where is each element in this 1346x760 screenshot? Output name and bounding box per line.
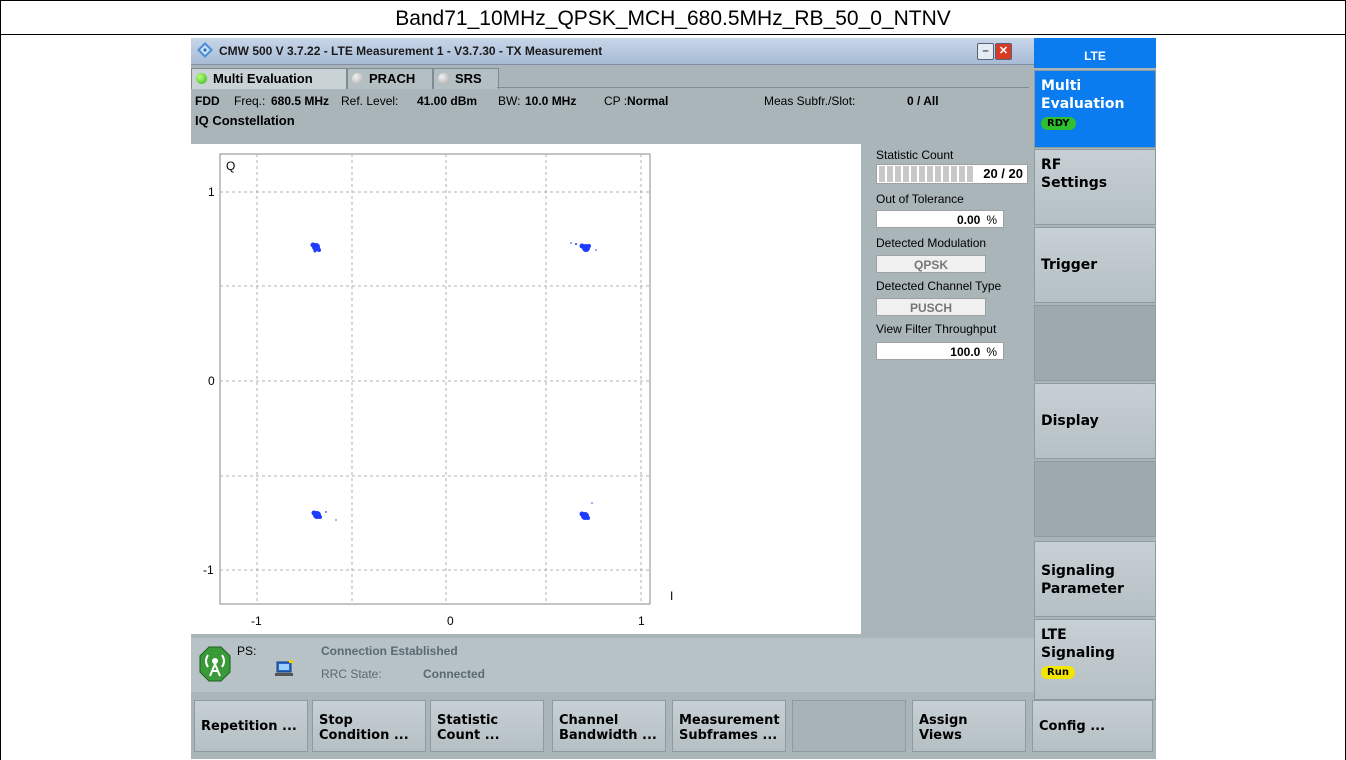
detected-modulation-label: Detected Modulation	[876, 236, 987, 250]
meas-subframe-label: Meas Subfr./Slot:	[764, 94, 856, 108]
progress-segment	[935, 166, 941, 182]
out-of-tolerance-field: 0.00%	[876, 210, 1004, 228]
device-icon	[275, 660, 293, 676]
lte-header: LTE	[1034, 38, 1156, 68]
cp-value: Normal	[627, 94, 669, 108]
statistic-count-button[interactable]: Statistic Count ...	[430, 700, 544, 752]
rrc-state-value: Connected	[423, 667, 486, 681]
rf-settings-button[interactable]: RF Settings	[1034, 149, 1156, 225]
y-tick-label: 0	[208, 374, 215, 388]
tab-divider	[497, 87, 1029, 88]
detected-channel-label: Detected Channel Type	[876, 279, 1002, 293]
detected-modulation-field: QPSK	[876, 255, 986, 273]
minimize-icon[interactable]: –	[977, 43, 994, 60]
app-window: CMW 500 V 3.7.22 - LTE Measurement 1 - V…	[191, 38, 1156, 759]
progress-segment	[967, 166, 973, 182]
connection-status: Connection Established	[321, 644, 458, 658]
channel-bandwidth-button[interactable]: Channel Bandwidth ...	[552, 700, 666, 752]
empty-softkey	[1034, 461, 1156, 537]
page-title: Band71_10MHz_QPSK_MCH_680.5MHz_RB_50_0_N…	[0, 0, 1346, 35]
button-label: LTE Signaling	[1041, 627, 1115, 661]
tab-label: SRS	[455, 71, 482, 86]
ref-level-value: 41.00 dBm	[417, 94, 478, 108]
plot-frame	[219, 153, 651, 605]
ps-label: PS:	[237, 644, 257, 658]
run-badge: Run	[1041, 666, 1075, 679]
bottom-softkeys: Repetition ... Stop Condition ... Statis…	[191, 700, 1156, 759]
progress-segment	[887, 166, 893, 182]
freq-label: Freq.:	[234, 94, 266, 108]
stop-condition-button[interactable]: Stop Condition ...	[312, 700, 426, 752]
info-row: FDD Freq.: 680.5 MHz Ref. Level: 41.00 d…	[195, 92, 1025, 110]
config-button[interactable]: Config ...	[1032, 700, 1153, 752]
trigger-button[interactable]: Trigger	[1034, 227, 1156, 303]
multi-evaluation-button[interactable]: Multi Evaluation RDY	[1034, 70, 1156, 148]
detected-channel-field: PUSCH	[876, 298, 986, 316]
percent-unit: %	[986, 345, 997, 359]
y-tick-label: -1	[203, 563, 214, 577]
y-tick-label: 1	[208, 185, 215, 199]
iq-constellation-plot: Q I 1 0 -1 -1 0 1	[191, 144, 861, 634]
ref-level-label: Ref. Level:	[341, 94, 399, 108]
assign-views-button[interactable]: Assign Views	[912, 700, 1026, 752]
rrc-state-label: RRC State:	[321, 667, 382, 681]
tab-label: Multi Evaluation	[213, 71, 313, 86]
statistic-count-value: 20 / 20	[983, 166, 1023, 181]
tab-label: PRACH	[369, 71, 416, 86]
tab-prach[interactable]: PRACH	[347, 68, 433, 89]
status-led-off-icon	[352, 73, 363, 84]
empty-softkey	[1034, 305, 1156, 381]
progress-segment	[919, 166, 925, 182]
x-tick-label: -1	[251, 614, 262, 628]
button-label: Multi Evaluation	[1041, 78, 1125, 112]
status-led-off-icon	[438, 73, 449, 84]
connection-status-bar: PS: Connection Established RRC State: Co…	[191, 638, 1034, 692]
right-softkey-panel: LTE Multi Evaluation RDY RF Settings Tri…	[1034, 38, 1156, 700]
window-title: CMW 500 V 3.7.22 - LTE Measurement 1 - V…	[219, 44, 603, 58]
cp-label: CP :	[604, 94, 628, 108]
progress-segment	[927, 166, 933, 182]
statistic-count-bar: 20 / 20	[876, 164, 1028, 184]
progress-segment	[911, 166, 917, 182]
out-of-tolerance-label: Out of Tolerance	[876, 192, 964, 206]
status-led-on-icon	[196, 73, 207, 84]
meas-subframe-value: 0 / All	[907, 94, 939, 108]
duplex-mode: FDD	[195, 94, 220, 108]
signaling-parameter-button[interactable]: Signaling Parameter	[1034, 541, 1156, 617]
display-button[interactable]: Display	[1034, 383, 1156, 459]
view-filter-value: 100.0	[950, 345, 981, 359]
progress-segment	[895, 166, 901, 182]
close-icon[interactable]: ✕	[995, 43, 1012, 60]
empty-softkey	[792, 700, 906, 752]
progress-segment	[903, 166, 909, 182]
progress-segment	[943, 166, 949, 182]
constellation-svg: Q I 1 0 -1 -1 0 1	[203, 153, 673, 628]
i-axis-label: I	[670, 589, 673, 603]
q-axis-label: Q	[226, 159, 235, 173]
out-of-tolerance-value: 0.00	[956, 213, 981, 227]
x-tick-label: 1	[638, 614, 645, 628]
lte-signaling-button[interactable]: LTE Signaling Run	[1034, 619, 1156, 700]
measurement-tabs: Multi Evaluation PRACH SRS	[191, 68, 1034, 89]
tab-srs[interactable]: SRS	[433, 68, 499, 89]
progress-segment	[879, 166, 885, 182]
iq-constellation-title: IQ Constellation	[195, 113, 295, 128]
tab-multi-evaluation[interactable]: Multi Evaluation	[191, 68, 347, 89]
x-tick-label: 0	[447, 614, 454, 628]
rs-diamond-icon	[197, 42, 213, 58]
percent-unit: %	[986, 213, 997, 227]
window-titlebar[interactable]: CMW 500 V 3.7.22 - LTE Measurement 1 - V…	[191, 38, 1034, 65]
freq-value: 680.5 MHz	[271, 94, 330, 108]
progress-segment	[959, 166, 965, 182]
view-filter-label: View Filter Throughput	[876, 322, 997, 336]
antenna-icon	[199, 646, 231, 682]
statistic-count-label: Statistic Count	[876, 148, 954, 162]
bw-label: BW:	[498, 94, 521, 108]
repetition-button[interactable]: Repetition ...	[194, 700, 308, 752]
measurement-subframes-button[interactable]: Measurement Subframes ...	[672, 700, 786, 752]
progress-segment	[951, 166, 957, 182]
bw-value: 10.0 MHz	[525, 94, 577, 108]
ready-badge: RDY	[1041, 117, 1076, 130]
view-filter-field: 100.0%	[876, 342, 1004, 360]
